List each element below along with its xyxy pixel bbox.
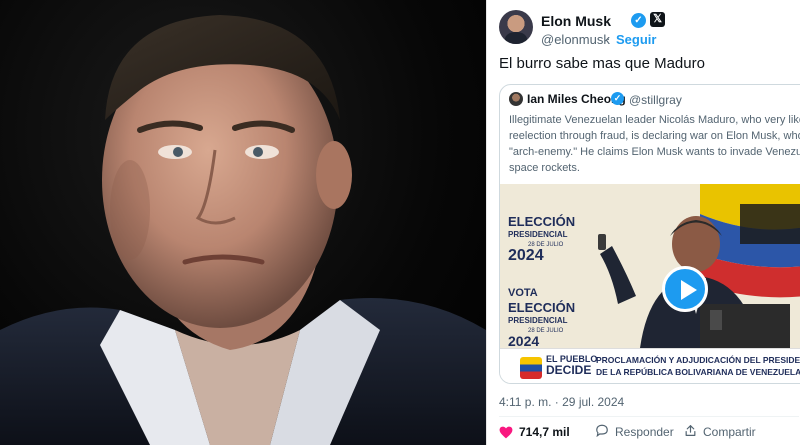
video-frame: ELECCIÓN PRESIDENCIAL 28 DE JULIO 2024 V…	[500, 184, 800, 348]
separator-dot: ·	[606, 31, 611, 46]
action-bar: 714,7 mil Responder Compartir	[499, 423, 799, 441]
like-count: 714,7 mil	[519, 425, 570, 439]
tweet-text: El burro sabe mas que Maduro	[499, 55, 705, 72]
share-icon	[684, 424, 697, 440]
backdrop-text: ELECCIÓN	[508, 214, 575, 229]
video-player[interactable]: ELECCIÓN PRESIDENCIAL 28 DE JULIO 2024 V…	[500, 184, 800, 383]
quoted-text-line: "arch-enemy." He claims Elon Musk wants …	[509, 146, 800, 158]
backdrop-text: 2024	[508, 333, 539, 348]
author-handle[interactable]: @elonmusk	[541, 32, 610, 47]
composite-image: Elon Musk ✓ 𝕏 @elonmusk · Seguir El burr…	[0, 0, 800, 445]
divider	[499, 416, 799, 417]
quoted-avatar[interactable]	[509, 92, 523, 106]
follow-button[interactable]: Seguir	[616, 32, 656, 47]
quoted-text-line: Illegitimate Venezuelan leader Nicolás M…	[509, 114, 800, 126]
quoted-author-handle[interactable]: @stillgray	[629, 93, 682, 107]
quoted-text-line: space rockets.	[509, 162, 580, 174]
banner-caption: PROCLAMACIÓN Y ADJUDICACIÓN DEL PRESIDEN…	[596, 354, 800, 378]
verified-badge-icon: ✓	[631, 13, 646, 28]
banner-line: DE LA REPÚBLICA BOLIVARIANA DE VENEZUELA…	[596, 367, 800, 377]
author-name[interactable]: Elon Musk	[541, 13, 611, 29]
avatar[interactable]	[499, 10, 533, 44]
reply-icon	[595, 424, 609, 440]
backdrop-text: PRESIDENCIAL	[508, 230, 568, 239]
banner-line: PROCLAMACIÓN Y ADJUDICACIÓN DEL PRESIDEN…	[596, 355, 800, 365]
like-button[interactable]: 714,7 mil	[499, 423, 570, 441]
portrait-photo	[0, 0, 486, 445]
quoted-text: Illegitimate Venezuelan leader Nicolás M…	[509, 112, 800, 176]
backdrop-text: PRESIDENCIAL	[508, 316, 568, 325]
backdrop-text: 2024	[508, 247, 544, 264]
tweet-card: Elon Musk ✓ 𝕏 @elonmusk · Seguir El burr…	[486, 0, 800, 445]
backdrop-text: ELECCIÓN	[508, 300, 575, 315]
reply-label: Responder	[615, 425, 674, 439]
video-caption-banner: EL PUEBLO DECIDE PROCLAMACIÓN Y ADJUDICA…	[500, 348, 800, 383]
tweet-header: Elon Musk ✓ 𝕏 @elonmusk · Seguir	[499, 10, 799, 50]
play-icon[interactable]	[662, 266, 708, 312]
x-logo-icon: 𝕏	[650, 12, 665, 27]
quoted-verified-badge-icon: ✓	[611, 92, 624, 105]
quoted-tweet[interactable]: Ian Miles Cheong ✓ @stillgray Illegitima…	[499, 84, 800, 384]
share-label: Compartir	[703, 425, 756, 439]
reply-button[interactable]: Responder	[595, 423, 674, 441]
backdrop-text: VOTA	[508, 287, 538, 299]
portrait-illustration	[0, 15, 486, 445]
el-pueblo-decide-logo: EL PUEBLO DECIDE	[520, 353, 597, 381]
heart-icon	[499, 426, 513, 439]
quoted-text-line: reelection through fraud, is declaring w…	[509, 130, 800, 142]
tweet-timestamp[interactable]: 4:11 p. m. · 29 jul. 2024	[499, 395, 624, 409]
share-button[interactable]: Compartir	[684, 423, 756, 441]
